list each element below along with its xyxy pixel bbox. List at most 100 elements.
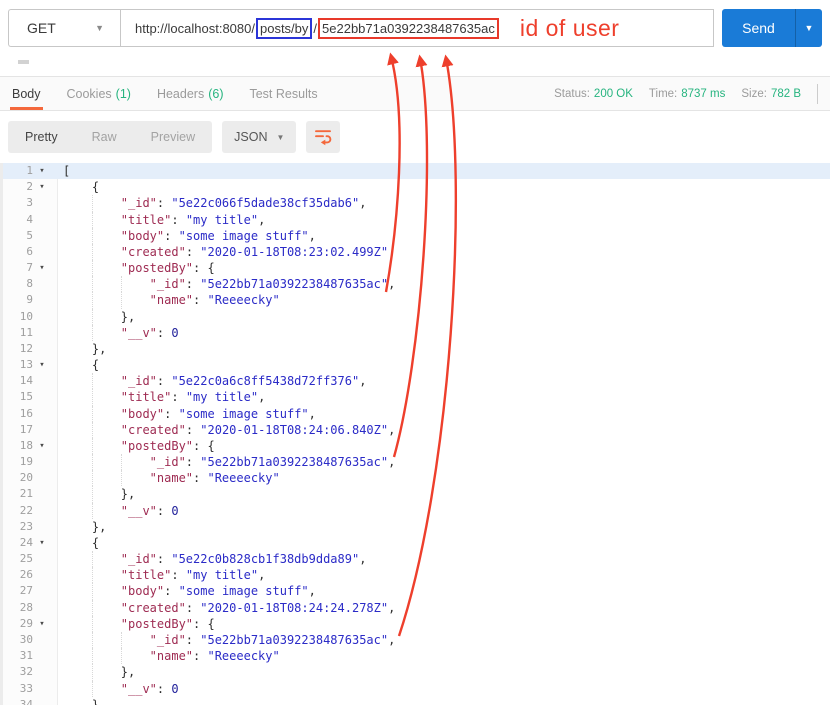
tab-cookies[interactable]: Cookies (1) [67,77,131,110]
line-number: 27 [19,584,33,598]
send-options-button[interactable]: ▼ [795,9,822,47]
fold-toggle[interactable]: ▾ [33,438,51,454]
token-k: "postedBy" [120,616,194,631]
gutter: 29 ▾ [0,615,58,632]
fold-toggle[interactable]: ▾ [33,535,51,551]
code-line: 5 "body": "some image stuff", [0,227,830,244]
line-content: "created": "2020-01-18T08:23:02.499Z", [58,243,395,261]
indent-guide [63,389,92,405]
tab-test-results[interactable]: Test Results [249,77,317,110]
indent-guide [63,212,92,228]
code-line: 1 ▾ [ [0,163,830,180]
gutter: 24 ▾ [0,534,58,552]
code-line: 16 "body": "some image stuff", [0,405,830,422]
response-tabs: Body Cookies (1) Headers (6) Test Result… [10,77,344,110]
line-content: "__v": 0 [58,502,179,519]
token-s: "2020-01-18T08:24:06.840Z" [200,422,389,437]
indent-guide [63,438,92,454]
indent-guide [91,276,121,293]
indent-guide [63,276,92,292]
indent-guide [63,664,92,680]
indent-guide [91,599,121,616]
line-number: 1 [26,164,33,177]
token-p: : [156,552,172,567]
gutter: 30 [0,631,58,649]
send-button[interactable]: Send [722,9,795,47]
indent-guide [91,680,121,697]
tab-headers[interactable]: Headers (6) [157,77,224,110]
code-lines: 1 ▾[2 ▾{3 "_id": "5e22c066f5dade38cf35dab6"… [0,163,830,705]
line-number: 16 [19,406,33,420]
token-p: { [91,358,100,373]
token-k: "title" [120,390,172,405]
code-line: 34} [0,696,830,705]
format-dropdown[interactable]: JSON ▼ [222,121,297,153]
size-value: 782 B [770,87,801,100]
token-k: "postedBy" [120,438,194,453]
view-pretty-button[interactable]: Pretty [8,121,75,153]
fold-toggle[interactable]: ▾ [33,260,51,276]
wrap-lines-button[interactable] [306,121,341,153]
method-dropdown[interactable]: GET ▼ [8,9,120,47]
indent-guide [63,600,92,616]
token-p: : [164,228,179,243]
gutter: 1 ▾ [0,163,58,180]
fold-toggle[interactable]: ▾ [33,616,51,632]
line-content: "name": "Reeeecky" [58,470,280,487]
indent-guide [91,631,121,649]
token-p: : [156,196,172,211]
rest-client-window: GET ▼ http://localhost:8080/ posts/by / … [0,0,830,705]
token-k: "created" [120,422,186,437]
token-p: , [258,390,266,405]
token-p: : [193,649,208,664]
token-p: , [308,406,316,421]
indent-guide [91,437,121,455]
time-label: Time: [648,87,678,100]
gutter: 13 ▾ [0,357,58,374]
line-number: 9 [26,293,33,307]
code-line: 23}, [0,518,830,535]
view-raw-button[interactable]: Raw [75,121,134,153]
code-line: 18 ▾ "postedBy": { [0,437,830,455]
line-number: 12 [19,341,33,355]
token-p: , [308,228,316,243]
code-line: 20 "name": "Reeeecky" [0,470,830,487]
token-p: , [388,600,396,615]
indent-guide [63,454,92,470]
indent-guide [63,309,92,325]
code-line: 7 ▾ "postedBy": { [0,260,830,277]
view-preview-button[interactable]: Preview [134,121,212,153]
line-content: "created": "2020-01-18T08:24:06.840Z", [58,421,396,438]
token-k: "_id" [120,196,157,211]
tab-label: Body [12,86,41,101]
line-content: [ [58,163,70,179]
line-number: 10 [19,309,33,323]
token-p: , [388,422,396,437]
indent-guide [63,583,92,599]
gutter: 11 [0,324,58,341]
line-content: "body": "some image stuff", [58,405,316,422]
indent-guide [91,664,121,681]
code-line: 17 "created": "2020-01-18T08:24:06.840Z", [0,421,830,438]
url-input[interactable]: http://localhost:8080/ posts/by / 5e22bb… [120,9,714,47]
status-label: Status: [554,87,590,100]
indent-guide [91,243,121,261]
tab-body[interactable]: Body [10,77,42,110]
indent-guide [63,632,92,648]
token-p: [ [63,164,71,178]
fold-toggle[interactable]: ▾ [33,163,51,179]
gutter: 19 [0,454,58,471]
line-content: }, [58,664,135,681]
background-tab-fragment [18,60,29,64]
indent-guide [91,551,121,568]
line-number: 20 [19,471,33,485]
fold-toggle[interactable]: ▾ [33,357,51,373]
indent-guide [120,648,150,665]
token-k: "created" [120,244,186,259]
fold-toggle[interactable]: ▾ [33,179,51,195]
indent-guide [63,616,92,632]
token-s: "5e22bb71a0392238487635ac" [200,277,389,292]
gutter: 23 [0,518,58,535]
token-k: "title" [120,568,172,583]
code-line: 15 "title": "my title", [0,389,830,406]
